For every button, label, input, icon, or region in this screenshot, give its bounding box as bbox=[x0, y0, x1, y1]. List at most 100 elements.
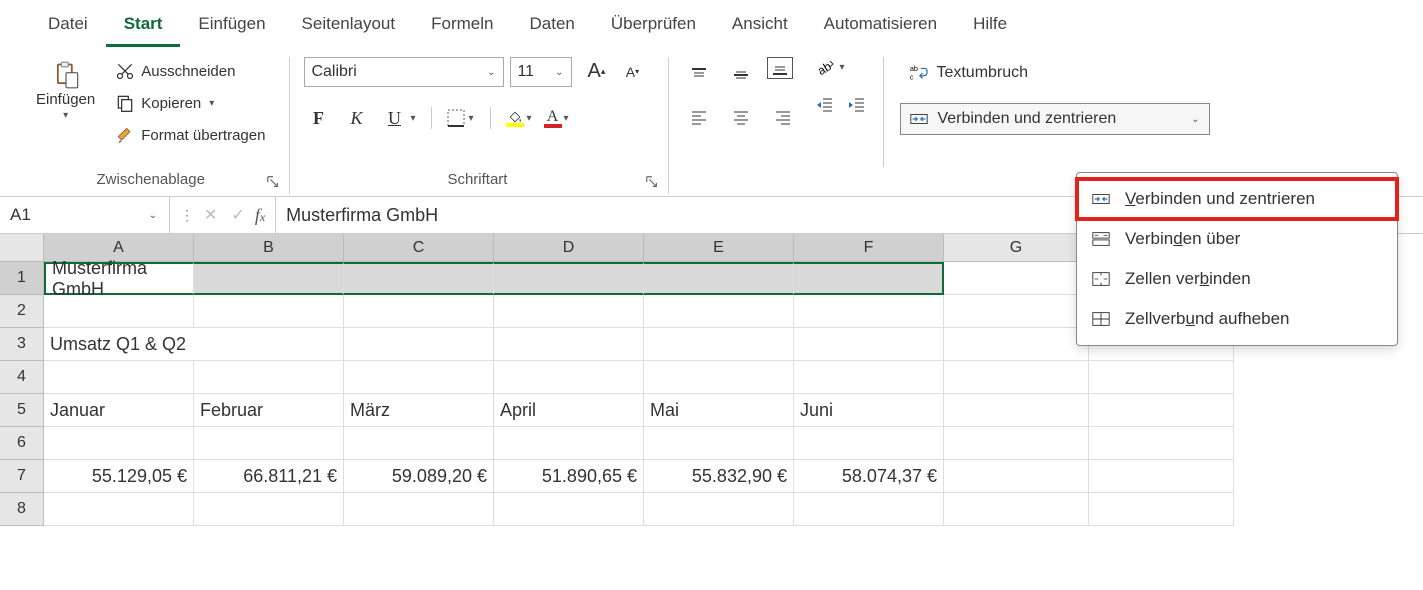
cell-F4[interactable] bbox=[794, 361, 944, 394]
align-middle-button[interactable] bbox=[725, 57, 757, 93]
cell-C1[interactable] bbox=[344, 262, 494, 295]
cell-B5[interactable]: Februar bbox=[194, 394, 344, 427]
align-top-button[interactable] bbox=[683, 57, 715, 93]
row-header-1[interactable]: 1 bbox=[0, 262, 44, 295]
borders-button[interactable]: ▾ bbox=[446, 108, 475, 128]
cell-F6[interactable] bbox=[794, 427, 944, 460]
tab-seitenlayout[interactable]: Seitenlayout bbox=[284, 8, 414, 47]
merge-cells-item[interactable]: Zellen verbinden bbox=[1077, 259, 1397, 299]
cell-F5[interactable]: Juni bbox=[794, 394, 944, 427]
cell-F7[interactable]: 58.074,37 € bbox=[794, 460, 944, 493]
cancel-formula-button[interactable]: ✕ bbox=[200, 205, 221, 225]
row-header-5[interactable]: 5 bbox=[0, 394, 44, 427]
cell-A4[interactable] bbox=[44, 361, 194, 394]
cell-B1[interactable] bbox=[194, 262, 344, 295]
cell-D7[interactable]: 51.890,65 € bbox=[494, 460, 644, 493]
cell-C2[interactable] bbox=[344, 295, 494, 328]
decrease-font-button[interactable]: A▾ bbox=[618, 58, 646, 86]
tab-ansicht[interactable]: Ansicht bbox=[714, 8, 806, 47]
select-all-corner[interactable] bbox=[0, 234, 44, 262]
cell-G6[interactable] bbox=[944, 427, 1089, 460]
underline-button[interactable]: U▾ bbox=[380, 104, 417, 132]
cell-G5[interactable] bbox=[944, 394, 1089, 427]
cell-H5[interactable] bbox=[1089, 394, 1234, 427]
column-header-C[interactable]: C bbox=[344, 234, 494, 262]
tab-einfuegen[interactable]: Einfügen bbox=[180, 8, 283, 47]
merge-dropdown-caret[interactable]: ⌄ bbox=[1189, 114, 1201, 125]
cell-C3[interactable] bbox=[344, 328, 494, 361]
cell-A2[interactable] bbox=[44, 295, 194, 328]
cell-G2[interactable] bbox=[944, 295, 1089, 328]
insert-function-button[interactable]: fx bbox=[255, 205, 265, 226]
column-header-B[interactable]: B bbox=[194, 234, 344, 262]
cell-D3[interactable] bbox=[494, 328, 644, 361]
cell-D8[interactable] bbox=[494, 493, 644, 526]
cell-D4[interactable] bbox=[494, 361, 644, 394]
font-name-select[interactable]: Calibri ⌄ bbox=[304, 57, 504, 87]
cell-E1[interactable] bbox=[644, 262, 794, 295]
cell-E5[interactable]: Mai bbox=[644, 394, 794, 427]
cut-button[interactable]: Ausschneiden bbox=[109, 59, 271, 83]
accept-formula-button[interactable]: ✓ bbox=[227, 205, 248, 225]
cell-F1[interactable] bbox=[794, 262, 944, 295]
cell-F8[interactable] bbox=[794, 493, 944, 526]
column-header-E[interactable]: E bbox=[644, 234, 794, 262]
cell-E6[interactable] bbox=[644, 427, 794, 460]
column-header-G[interactable]: G bbox=[944, 234, 1089, 262]
cell-E3[interactable] bbox=[644, 328, 794, 361]
unmerge-cells-item[interactable]: Zellverbund aufheben bbox=[1077, 299, 1397, 339]
cell-H4[interactable] bbox=[1089, 361, 1234, 394]
cell-G7[interactable] bbox=[944, 460, 1089, 493]
clipboard-dialog-launcher[interactable] bbox=[265, 174, 281, 190]
name-box[interactable]: A1 ⌄ bbox=[0, 197, 170, 233]
cell-A5[interactable]: Januar bbox=[44, 394, 194, 427]
merge-center-button[interactable]: Verbinden und zentrieren ⌄ bbox=[900, 103, 1210, 135]
wrap-text-button[interactable]: abc Textumbruch bbox=[900, 57, 1210, 89]
copy-button[interactable]: Kopieren ▾ bbox=[109, 91, 271, 115]
tab-hilfe[interactable]: Hilfe bbox=[955, 8, 1025, 47]
align-right-button[interactable] bbox=[767, 99, 799, 135]
cell-G3[interactable] bbox=[944, 328, 1089, 361]
cell-B2[interactable] bbox=[194, 295, 344, 328]
cell-G1[interactable] bbox=[944, 262, 1089, 295]
font-dialog-launcher[interactable] bbox=[644, 174, 660, 190]
font-color-button[interactable]: A ▾ bbox=[544, 108, 571, 128]
decrease-indent-button[interactable] bbox=[815, 95, 835, 118]
italic-button[interactable]: K bbox=[342, 104, 370, 132]
tab-formeln[interactable]: Formeln bbox=[413, 8, 511, 47]
cell-A3[interactable]: Umsatz Q1 & Q2 bbox=[44, 328, 194, 361]
row-header-4[interactable]: 4 bbox=[0, 361, 44, 394]
align-bottom-button[interactable] bbox=[767, 57, 793, 79]
copy-dropdown-caret[interactable]: ▾ bbox=[207, 98, 216, 109]
cell-H6[interactable] bbox=[1089, 427, 1234, 460]
cell-E4[interactable] bbox=[644, 361, 794, 394]
cell-C4[interactable] bbox=[344, 361, 494, 394]
tab-automatisieren[interactable]: Automatisieren bbox=[806, 8, 955, 47]
cell-C7[interactable]: 59.089,20 € bbox=[344, 460, 494, 493]
tab-datei[interactable]: Datei bbox=[30, 8, 106, 47]
align-left-button[interactable] bbox=[683, 99, 715, 135]
dropdown-handle-icon[interactable]: ⋮ bbox=[180, 207, 194, 224]
cell-D6[interactable] bbox=[494, 427, 644, 460]
cell-A1[interactable]: Musterfirma GmbH bbox=[44, 262, 194, 295]
font-size-select[interactable]: 11 ⌄ bbox=[510, 57, 572, 87]
orientation-button[interactable]: ab ▾ bbox=[815, 57, 867, 77]
cell-C8[interactable] bbox=[344, 493, 494, 526]
cell-A8[interactable] bbox=[44, 493, 194, 526]
increase-indent-button[interactable] bbox=[847, 95, 867, 118]
cell-A7[interactable]: 55.129,05 € bbox=[44, 460, 194, 493]
cell-B3[interactable] bbox=[194, 328, 344, 361]
column-header-F[interactable]: F bbox=[794, 234, 944, 262]
cell-H8[interactable] bbox=[1089, 493, 1234, 526]
row-header-7[interactable]: 7 bbox=[0, 460, 44, 493]
cell-D2[interactable] bbox=[494, 295, 644, 328]
format-painter-button[interactable]: Format übertragen bbox=[109, 123, 271, 147]
cell-E8[interactable] bbox=[644, 493, 794, 526]
merge-across-item[interactable]: Verbinden über bbox=[1077, 219, 1397, 259]
column-header-D[interactable]: D bbox=[494, 234, 644, 262]
tab-ueberpruefen[interactable]: Überprüfen bbox=[593, 8, 714, 47]
cell-D1[interactable] bbox=[494, 262, 644, 295]
row-header-8[interactable]: 8 bbox=[0, 493, 44, 526]
paste-dropdown-caret[interactable]: ▾ bbox=[61, 110, 70, 121]
row-header-6[interactable]: 6 bbox=[0, 427, 44, 460]
